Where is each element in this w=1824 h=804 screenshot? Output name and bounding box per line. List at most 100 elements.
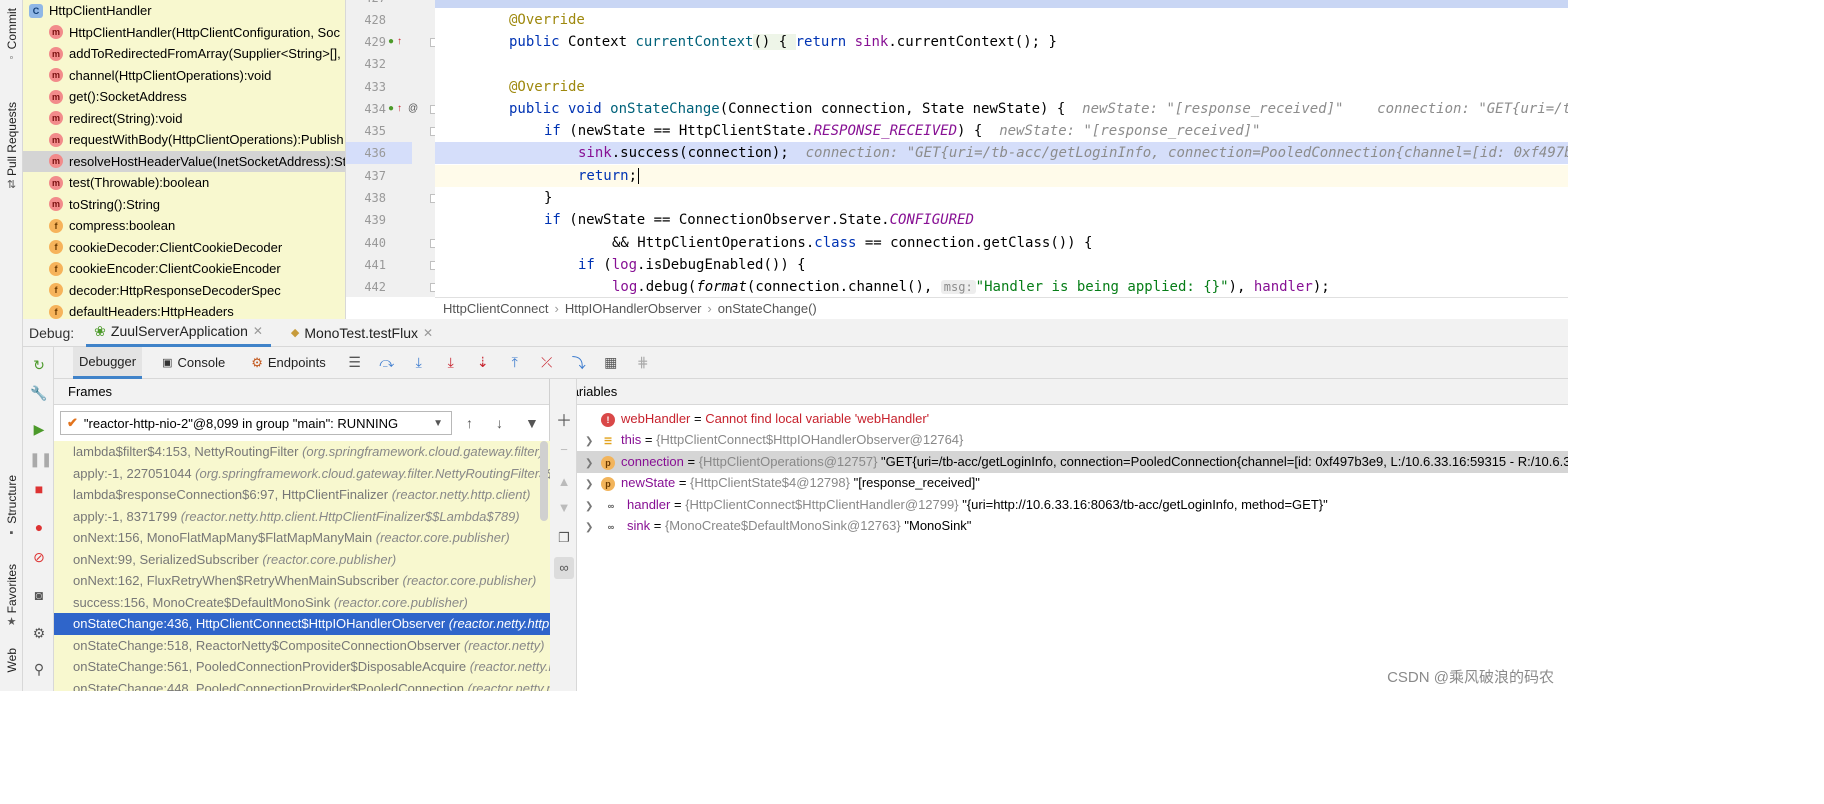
code-rest: (connection.channel(), [746,279,941,295]
evaluate-expression-icon[interactable]: ▦ [602,354,620,371]
stack-frame-row[interactable]: onNext:99, SerializedSubscriber (reactor… [54,549,550,571]
show-execution-point-icon[interactable]: ⤼ [378,354,396,371]
structure-member[interactable]: f compress:boolean [23,215,345,237]
code-rest: (newState == ConnectionObserver.State. [569,212,890,228]
move-down-icon[interactable]: ▼ [554,497,574,519]
frames-scrollbar[interactable] [540,441,548,521]
structure-member[interactable]: m HttpClientHandler(HttpClientConfigurati… [23,22,345,44]
mute-breakpoints-icon[interactable]: ⊘ [29,547,49,567]
frame-package: (reactor.netty) [463,637,545,653]
stack-frame-row[interactable]: onStateChange:561, PooledConnectionProvi… [54,656,550,678]
structure-member[interactable]: m test(Throwable):boolean [23,172,345,194]
structure-class-row[interactable]: C HttpClientHandler [23,0,345,22]
structure-member[interactable]: f defaultHeaders:HttpHeaders [23,301,345,319]
structure-tool-tab[interactable]: Structure ▪ [0,475,23,539]
copy-icon[interactable]: ❐ [554,527,574,549]
annotation-icon[interactable]: @ [408,98,418,120]
step-into-icon[interactable]: ⤓ [442,354,460,371]
commit-tool-tab[interactable]: Commit ◦ [0,8,23,64]
trace-stream-icon[interactable]: ⋕ [634,354,652,371]
breadcrumb-item-class[interactable]: HttpClientConnect [443,301,549,316]
structure-member[interactable]: m toString():String [23,194,345,216]
structure-member[interactable]: f cookieEncoder:ClientCookieEncoder [23,258,345,280]
class-icon: C [29,3,43,18]
tab-endpoints[interactable]: ⚙ Endpoints [245,347,331,379]
close-icon[interactable]: ✕ [423,326,433,340]
remove-watch-icon[interactable]: − [554,439,574,461]
structure-member[interactable]: f cookieDecoder:ClientCookieDecoder [23,237,345,259]
variable-row[interactable]: ❯ ∞ handler = {HttpClientConnect$HttpClien… [577,494,1568,516]
view-breakpoints-icon[interactable]: ● [29,517,49,537]
step-out-icon[interactable]: ⤒ [506,354,524,371]
tab-debugger[interactable]: Debugger [73,346,143,379]
override-arrow-icon[interactable]: ↑ [397,98,402,120]
override-arrow-icon[interactable]: ↑ [397,31,402,53]
implements-icon[interactable]: ● [388,31,394,53]
variable-row[interactable]: ❯ ☰ this = {HttpClientConnect$HttpIOHandle… [577,429,1568,451]
stack-frame-row[interactable]: lambda$filter$4:153, NettyRoutingFilter … [54,441,550,463]
structure-member[interactable]: m addToRedirectedFromArray(Supplier<Strin… [23,43,345,65]
step-over-icon[interactable]: ⤓ [410,354,428,371]
frame-package: (org.springframework.cloud.gateway.filte… [302,444,544,459]
breadcrumb-item-inner-class[interactable]: HttpIOHandlerObserver [565,301,702,316]
field-icon: f [49,283,63,298]
expand-arrow-icon[interactable]: ❯ [585,517,601,539]
arrow-down-icon[interactable]: ↓ [496,415,503,431]
run-to-cursor-icon[interactable]: ⤵ [570,353,588,373]
resume-icon[interactable]: ▶ [29,419,49,439]
settings-gear-icon[interactable]: ⚙ [29,623,49,643]
pull-request-icon: ⇅ [6,179,17,192]
expand-arrow-icon[interactable]: ❯ [585,431,601,453]
stack-frame-row[interactable]: apply:-1, 8371799 (reactor.netty.http.cl… [54,506,550,528]
force-step-into-icon[interactable]: ⇣ [474,354,492,371]
stack-frame-row[interactable]: onNext:156, MonoFlatMapMany$FlatMapManyM… [54,527,550,549]
line-number: 441 [364,258,386,272]
structure-member[interactable]: f decoder:HttpResponseDecoderSpec [23,280,345,302]
variable-row[interactable]: ❯ ∞ sink = {MonoCreate$DefaultMonoSink@127… [577,515,1568,537]
layout-menu-icon[interactable]: ☰ [346,354,364,371]
structure-tab-label: Structure [4,475,19,524]
breadcrumb-item-method[interactable]: onStateChange() [718,301,817,316]
stack-frame-row[interactable]: onNext:162, FluxRetryWhen$RetryWhenMainS… [54,570,550,592]
show-watches-icon[interactable]: ∞ [554,557,574,579]
stop-icon[interactable]: ■ [29,479,49,499]
arrow-up-icon[interactable]: ↑ [466,415,473,431]
expand-arrow-icon[interactable]: ❯ [585,474,601,496]
closing-brace: } [544,190,553,206]
structure-member[interactable]: m get():SocketAddress [23,86,345,108]
camera-icon[interactable]: ◙ [29,585,49,605]
stack-frame-row[interactable]: success:156, MonoCreate$DefaultMonoSink … [54,592,550,614]
filter-icon[interactable]: ▼ [525,415,539,431]
stack-frame-row[interactable]: apply:-1, 227051044 (org.springframework… [54,463,550,485]
variable-row[interactable]: ! webHandler = Cannot find local variable… [577,408,1568,430]
param-hint: msg: [940,280,976,294]
favorites-tool-tab[interactable]: Favorites ★ [0,564,23,628]
drop-frame-icon[interactable]: ⤫ [538,354,556,371]
pull-requests-tool-tab[interactable]: Pull Requests ⇅ [0,102,23,191]
thread-selector[interactable]: ✔ "reactor-http-nio-2"@8,099 in group "m… [60,411,452,435]
add-watch-icon[interactable]: ＋ [554,411,574,433]
code-editor[interactable]: @Override public Context currentContext(… [435,0,1568,297]
web-tool-tab[interactable]: Web [0,648,23,672]
code-rest: && HttpClientOperations. [612,235,815,251]
variable-row[interactable]: ❯ p connection = {HttpClientOperations@127… [577,451,1568,473]
implements-icon[interactable]: ● [388,98,394,120]
session-tab-monotest[interactable]: ◆ MonoTest.testFlux ✕ [283,319,441,347]
move-up-icon[interactable]: ▲ [554,471,574,493]
stack-frame-row[interactable]: onStateChange:518, ReactorNetty$Composit… [54,635,550,657]
stack-frame-row[interactable]: lambda$responseConnection$6:97, HttpClie… [54,484,550,506]
session-tab-zuul[interactable]: ❀ ZuulServerApplication ✕ [86,319,271,347]
pin-icon[interactable]: ⚲ [29,659,49,679]
wrench-icon[interactable]: 🔧 [29,383,49,403]
pause-icon[interactable]: ❚❚ [29,449,52,469]
structure-member[interactable]: m requestWithBody(HttpClientOperations):P… [23,129,345,151]
rerun-icon[interactable]: ↻ [29,355,49,375]
variable-row[interactable]: ❯ p newState = {HttpClientState$4@12798} "… [577,472,1568,494]
structure-member[interactable]: m redirect(String):void [23,108,345,130]
structure-member[interactable]: m resolveHostHeaderValue(InetSocketAddres… [23,150,345,172]
stack-frame-row[interactable]: onStateChange:436, HttpClientConnect$Htt… [54,613,550,635]
stack-frame-row[interactable]: onStateChange:448, PooledConnectionProvi… [54,678,550,692]
structure-member[interactable]: m channel(HttpClientOperations):void [23,65,345,87]
tab-console[interactable]: ▣ Console [156,347,231,379]
close-icon[interactable]: ✕ [253,324,263,338]
